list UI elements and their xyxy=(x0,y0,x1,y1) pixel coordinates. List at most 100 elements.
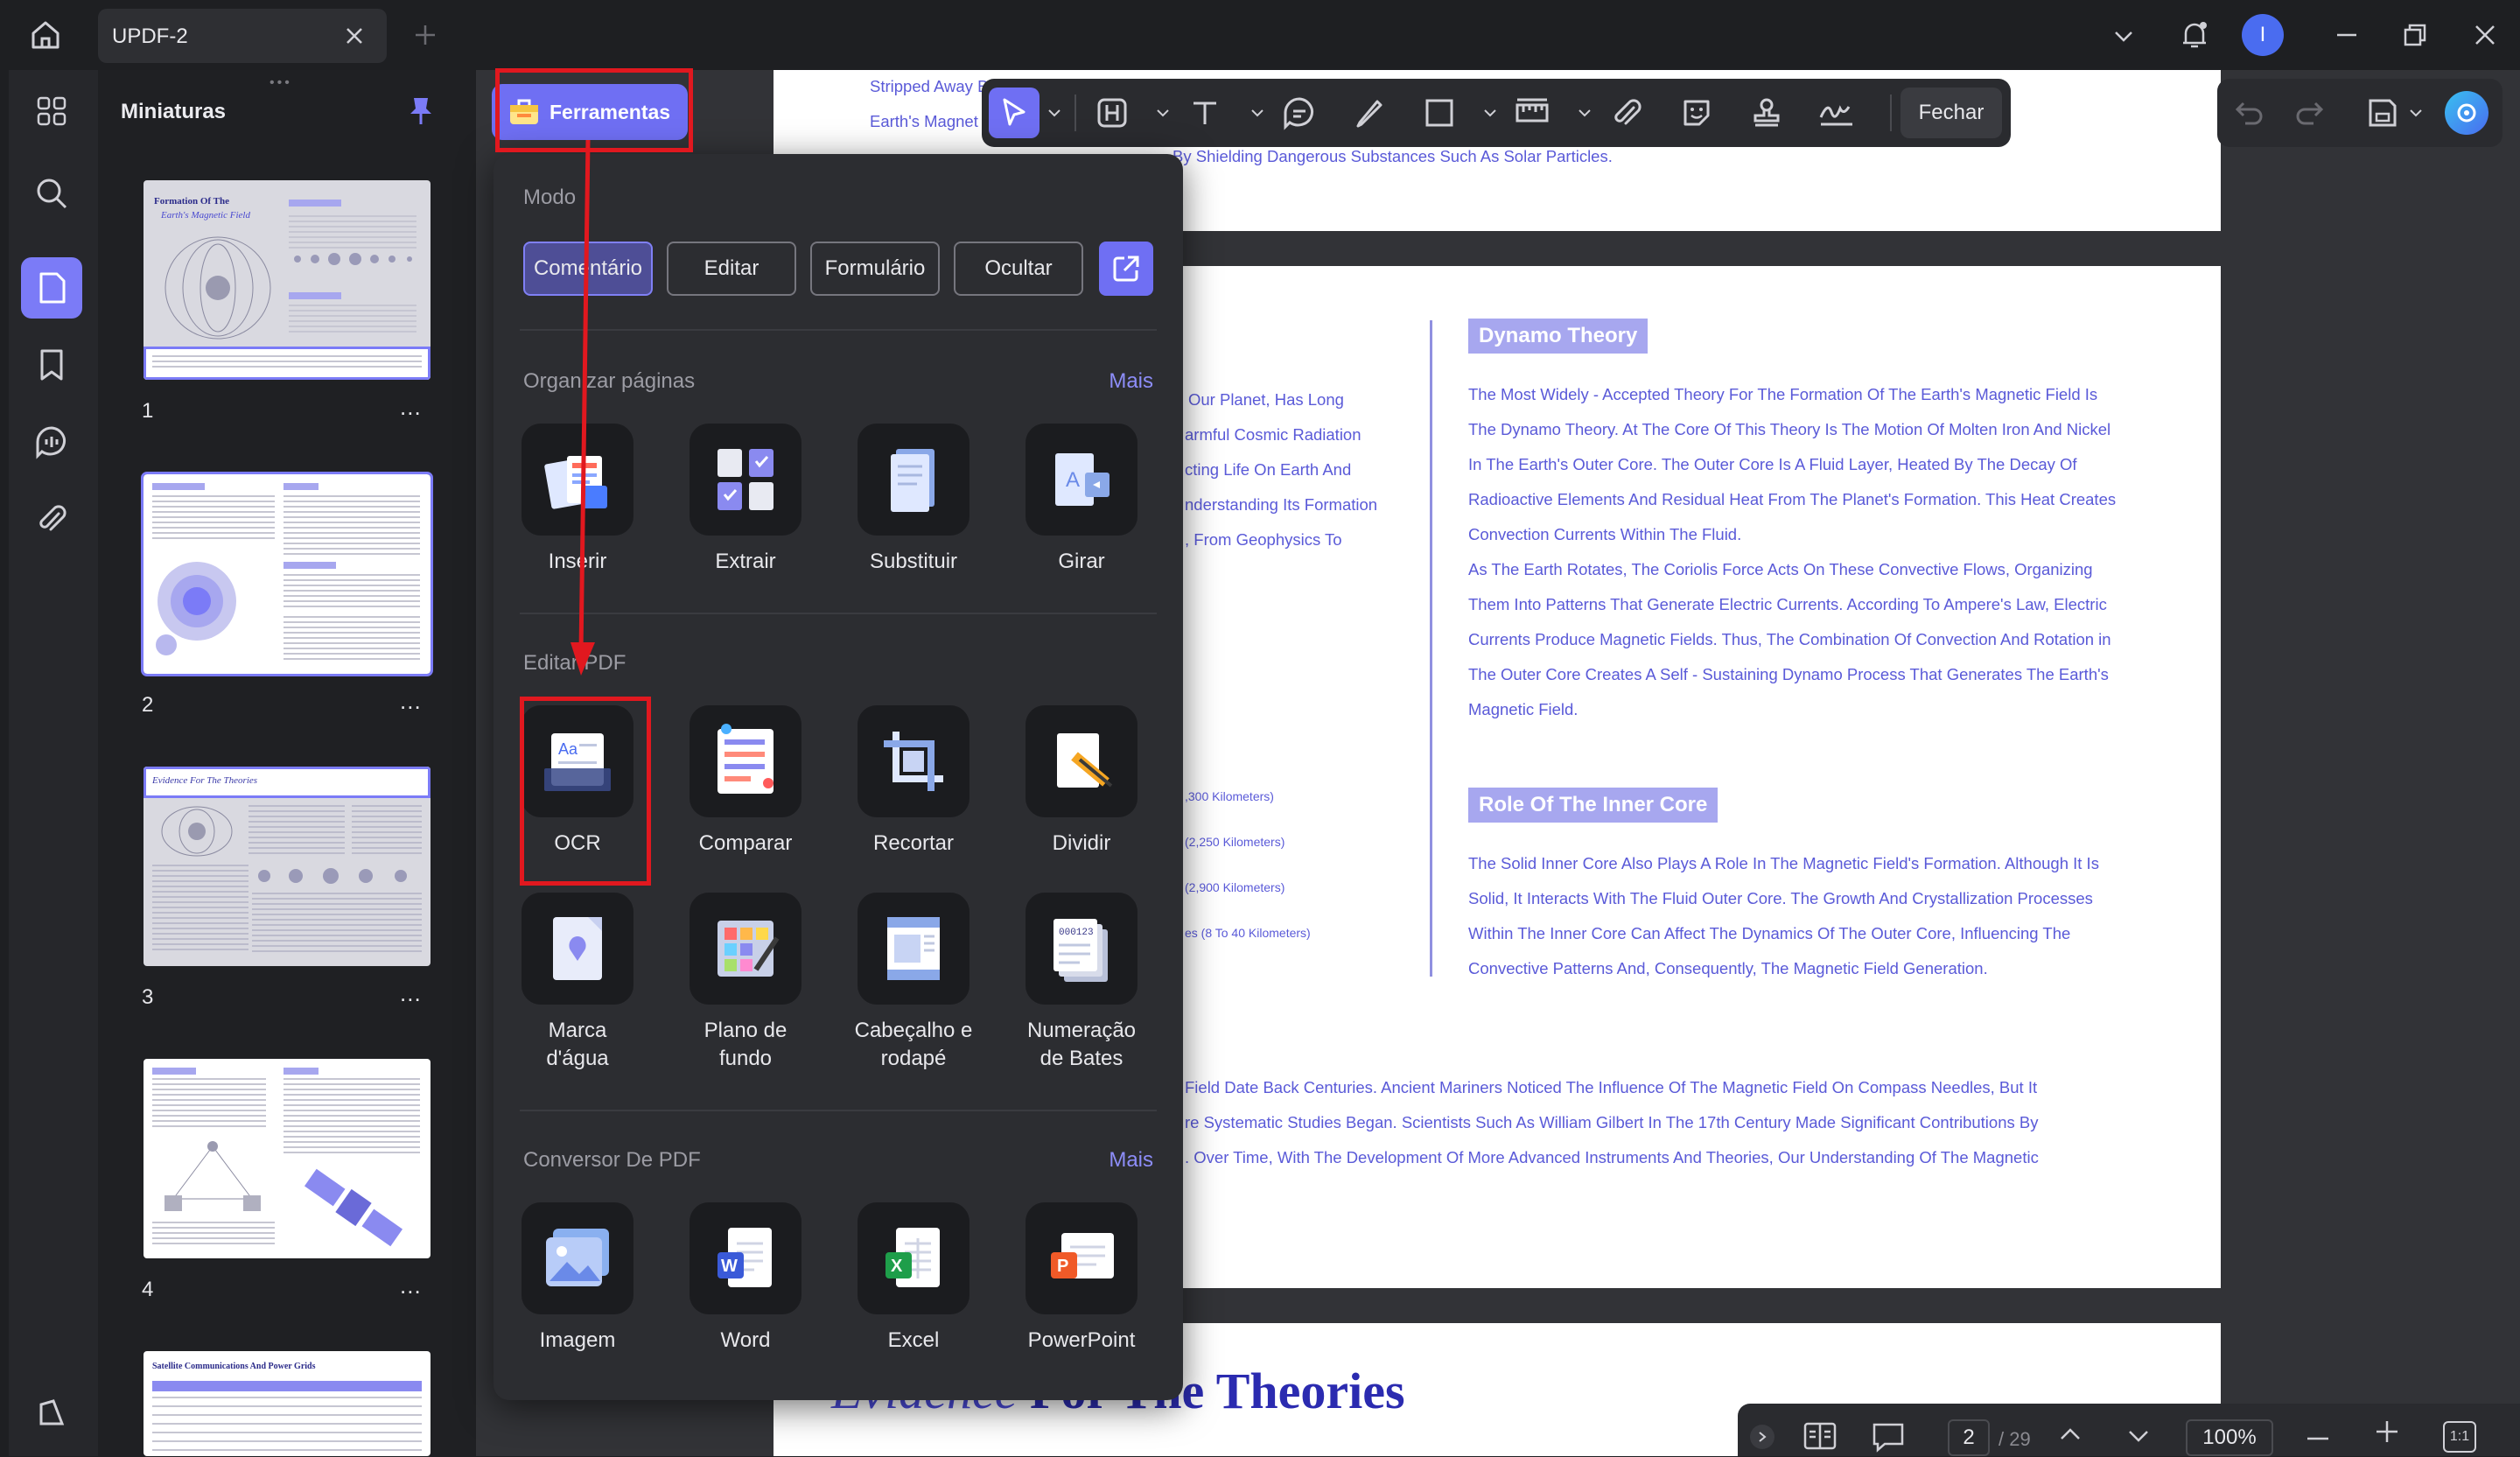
pin-icon[interactable] xyxy=(406,95,438,126)
next-page-icon[interactable] xyxy=(2126,1428,2151,1450)
tool-replace[interactable]: Substituir xyxy=(830,424,998,576)
page-more-button-2[interactable]: ... xyxy=(400,688,422,715)
search-icon[interactable] xyxy=(21,163,82,224)
zoom-in-icon[interactable] xyxy=(2375,1419,2399,1448)
page-thumbnail-2[interactable] xyxy=(141,472,433,676)
bookmark-icon[interactable] xyxy=(21,334,82,396)
close-annotation-button[interactable]: Fechar xyxy=(1900,88,2002,138)
page-more-button-4[interactable]: ... xyxy=(400,1272,422,1299)
total-pages: / 29 xyxy=(1998,1428,2031,1450)
add-tab-icon[interactable] xyxy=(410,19,441,51)
tool-label: Marca d'água xyxy=(546,1019,609,1070)
undo-icon[interactable] xyxy=(2233,96,2264,132)
comment-view-icon[interactable] xyxy=(1871,1421,1906,1457)
comment-icon xyxy=(1284,97,1313,130)
previous-page-icon[interactable] xyxy=(2058,1425,2082,1446)
chevron-down-icon[interactable] xyxy=(1577,105,1592,125)
thumb-title: Formation Of The xyxy=(154,196,229,207)
reading-mode-icon[interactable] xyxy=(1802,1421,1838,1455)
measure-tool-button[interactable] xyxy=(1507,88,1558,138)
doc-text: By Shielding Dangerous Substances Such A… xyxy=(1172,147,1613,165)
thumbnails-icon[interactable] xyxy=(21,257,82,319)
organize-more-link[interactable]: Mais xyxy=(1109,369,1153,394)
bell-icon[interactable] xyxy=(2175,16,2214,54)
tool-crop[interactable]: Recortar xyxy=(830,705,998,858)
tool-rotate[interactable]: A Girar xyxy=(998,424,1166,576)
chevron-down-icon[interactable] xyxy=(1046,105,1062,125)
comment-list-icon[interactable] xyxy=(21,411,82,473)
apps-icon[interactable] xyxy=(21,81,82,142)
actual-size-button[interactable]: 1:1 xyxy=(2443,1421,2476,1453)
tool-to-powerpoint[interactable]: P PowerPoint xyxy=(998,1202,1166,1355)
chevron-down-icon[interactable] xyxy=(2408,105,2424,125)
page-thumbnail-4[interactable] xyxy=(144,1059,430,1258)
highlight-tool-button[interactable] xyxy=(1087,88,1138,138)
zoom-out-icon[interactable] xyxy=(2306,1430,2329,1446)
chevron-down-icon[interactable] xyxy=(1482,105,1498,125)
tool-label: Recortar xyxy=(872,831,955,855)
highlight-box-ocr xyxy=(520,697,651,886)
chevron-down-icon[interactable] xyxy=(2107,19,2140,53)
comment-tool-button[interactable] xyxy=(1274,88,1325,138)
ai-assistant-icon[interactable] xyxy=(2445,91,2488,135)
open-mode-button[interactable] xyxy=(1099,242,1153,296)
mode-edit-button[interactable]: Editar xyxy=(667,242,796,296)
pencil-tool-button[interactable] xyxy=(1344,88,1395,138)
tool-background[interactable]: Plano de fundo xyxy=(662,893,830,1073)
page-more-button-1[interactable]: ... xyxy=(400,394,422,421)
home-icon[interactable] xyxy=(26,16,65,54)
tool-to-excel[interactable]: X Excel xyxy=(830,1202,998,1355)
zoom-level[interactable]: 100% xyxy=(2186,1419,2273,1456)
tool-to-image[interactable]: Imagem xyxy=(494,1202,662,1355)
doc-text: (2,900 Kilometers) xyxy=(1185,880,1285,894)
minimize-icon[interactable] xyxy=(2329,18,2364,53)
tool-to-word[interactable]: W Word xyxy=(662,1202,830,1355)
converter-more-link[interactable]: Mais xyxy=(1109,1148,1153,1173)
mode-redact-button[interactable]: Ocultar xyxy=(954,242,1083,296)
shape-tool-button[interactable] xyxy=(1414,88,1465,138)
page-thumbnail-5[interactable]: Satellite Communications And Power Grids xyxy=(144,1351,430,1456)
svg-text:X: X xyxy=(891,1257,903,1276)
page-thumbnail-3[interactable]: Evidence For The Theories xyxy=(144,767,430,966)
doc-line: Them Into Patterns That Generate Electri… xyxy=(1468,595,2107,613)
attachment-icon[interactable] xyxy=(21,488,82,550)
signature-tool-button[interactable] xyxy=(1811,88,1862,138)
restore-icon[interactable] xyxy=(2398,18,2432,53)
page-more-button-3[interactable]: ... xyxy=(400,980,422,1007)
chevron-down-icon[interactable] xyxy=(1155,105,1171,125)
tool-label: Comparar xyxy=(698,831,793,855)
stamp-tool-button[interactable] xyxy=(1741,88,1792,138)
tool-compare[interactable]: Comparar xyxy=(662,705,830,858)
chevron-down-icon[interactable] xyxy=(1250,105,1265,125)
mode-form-button[interactable]: Formulário xyxy=(810,242,940,296)
section-divider xyxy=(520,329,1157,331)
page-number-input[interactable]: 2 xyxy=(1948,1419,1990,1456)
close-icon[interactable] xyxy=(341,23,368,49)
expand-icon[interactable] xyxy=(1750,1425,1774,1449)
tool-extract[interactable]: Extrair xyxy=(662,424,830,576)
section-heading: Role Of The Inner Core xyxy=(1468,788,1718,823)
save-icon[interactable] xyxy=(2366,96,2399,134)
tool-label: Dividir xyxy=(1052,831,1111,855)
attach-tool-button[interactable] xyxy=(1601,88,1652,138)
document-tab[interactable]: UPDF-2 xyxy=(98,9,387,63)
redo-icon[interactable] xyxy=(2294,96,2326,132)
rectangle-icon xyxy=(1425,99,1453,127)
close-window-icon[interactable] xyxy=(2468,18,2502,53)
sticker-tool-button[interactable] xyxy=(1671,88,1722,138)
text-tool-button[interactable] xyxy=(1180,88,1230,138)
theme-icon[interactable] xyxy=(21,1383,82,1444)
page-thumbnail-1[interactable]: Formation Of The Earth's Magnetic Field xyxy=(144,180,430,380)
rotate-pages-icon: A xyxy=(1055,453,1110,506)
panel-drag-handle[interactable]: ••• xyxy=(270,75,292,91)
doc-line: . Over Time, With The Development Of Mor… xyxy=(1185,1148,2039,1166)
tool-bates[interactable]: 000123 Numeração de Bates xyxy=(998,893,1166,1073)
select-tool-button[interactable] xyxy=(989,88,1040,138)
ruler-icon xyxy=(1516,98,1549,123)
tool-header-footer[interactable]: Cabeçalho e rodapé xyxy=(830,893,998,1073)
avatar[interactable]: I xyxy=(2242,14,2284,56)
tool-watermark[interactable]: Marca d'água xyxy=(494,893,662,1073)
tool-split[interactable]: Dividir xyxy=(998,705,1166,858)
doc-line: Field Date Back Centuries. Ancient Marin… xyxy=(1185,1078,2038,1096)
crop-icon xyxy=(884,732,943,791)
